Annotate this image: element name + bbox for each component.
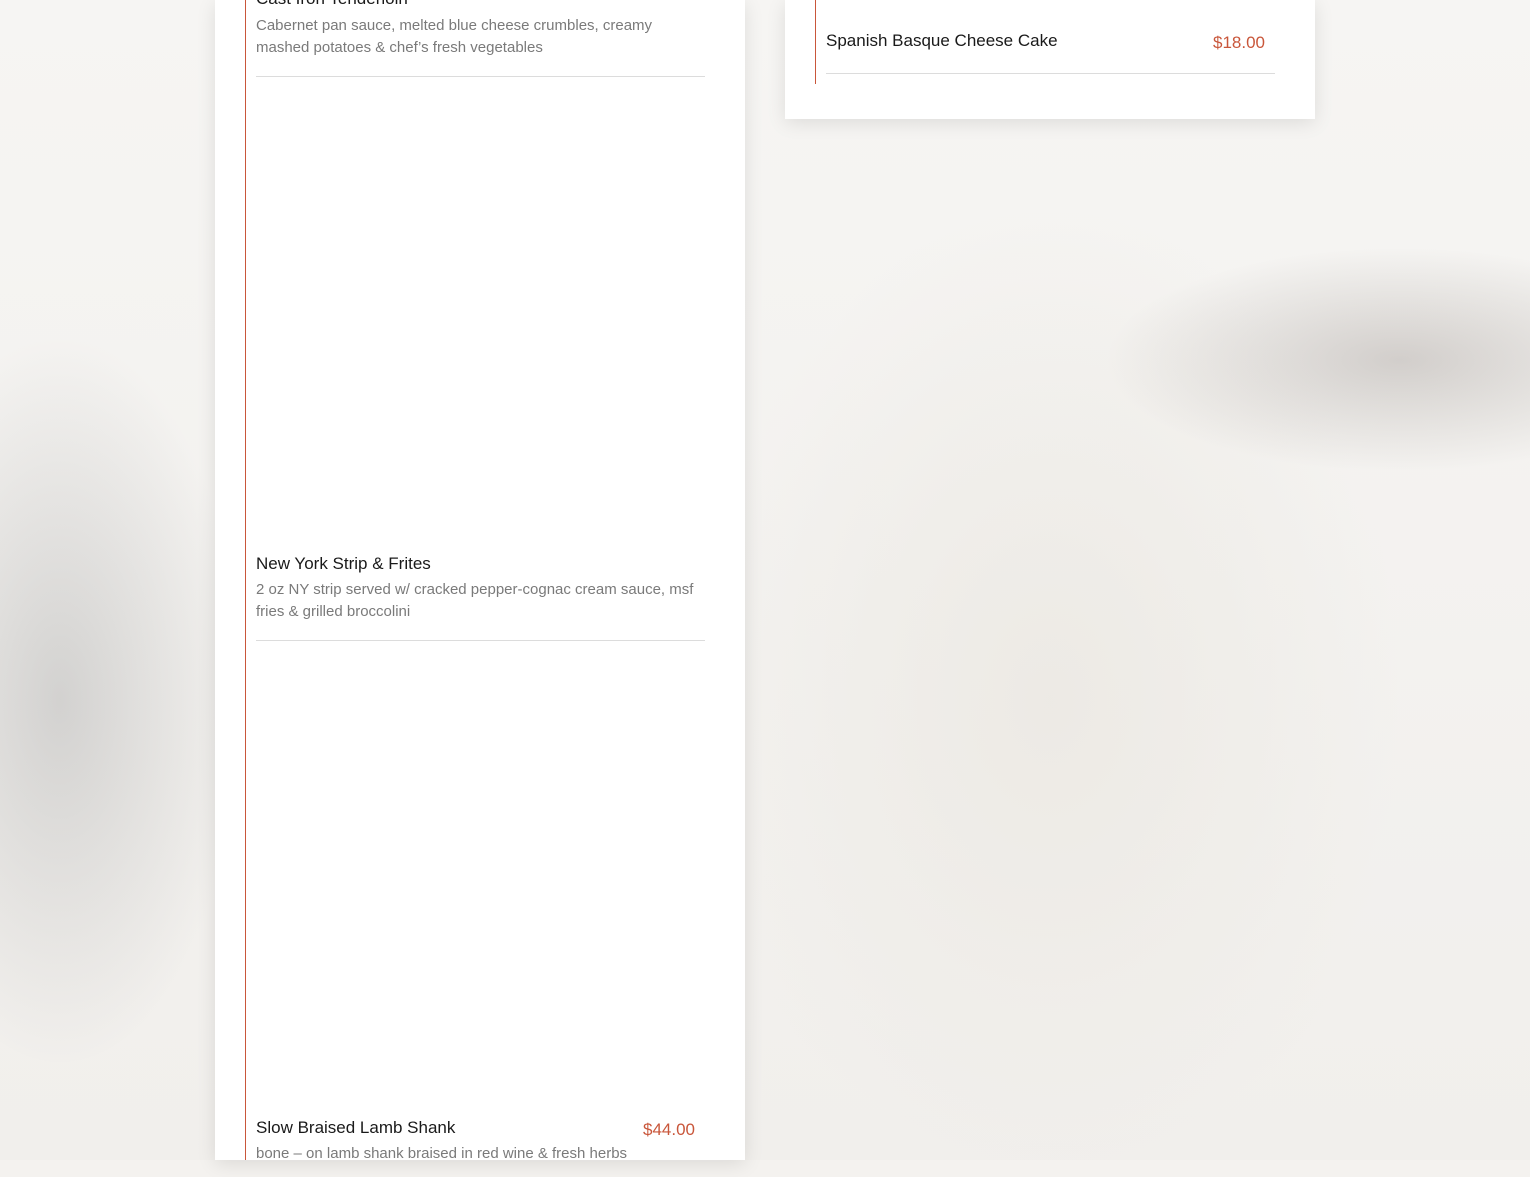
menu-item-image-placeholder [256, 642, 705, 1112]
accent-line [815, 0, 816, 84]
menu-item-name: Cast Iron Tenderloin [256, 0, 408, 10]
menu-item: Slow Braised Lamb Shank $44.00 bone – on… [256, 1117, 705, 1177]
menu-item-name: Spanish Basque Cheese Cake [826, 31, 1058, 50]
menu-item-price: $44.00 [643, 1120, 695, 1139]
menu-item-divider [256, 640, 705, 641]
menu-item-description: Cabernet pan sauce, melted blue cheese c… [256, 17, 653, 56]
menu-item-image-placeholder [256, 78, 705, 548]
menu-card-left: Cast Iron Tenderloin Cabernet pan sauce,… [215, 0, 745, 1162]
accent-line [245, 0, 246, 1160]
menu-item-price: $18.00 [1213, 33, 1265, 52]
menu-item-name: Slow Braised Lamb Shank [256, 1118, 456, 1137]
menu-item-divider [826, 73, 1275, 74]
menu-item-description: bone – on lamb shank braised in red wine… [256, 1145, 628, 1162]
menu-item: Cast Iron Tenderloin Cabernet pan sauce,… [256, 0, 705, 77]
menu-item-description: 2 oz NY strip served w/ cracked pepper-c… [256, 581, 694, 620]
menu-item: Spanish Basque Cheese Cake $18.00 [826, 30, 1275, 74]
menu-card-right: Spanish Basque Cheese Cake $18.00 [785, 0, 1315, 119]
menu-item: New York Strip & Frites 2 oz NY strip se… [256, 553, 705, 641]
menu-item-divider [256, 76, 705, 77]
menu-item-name: New York Strip & Frites [256, 554, 431, 573]
